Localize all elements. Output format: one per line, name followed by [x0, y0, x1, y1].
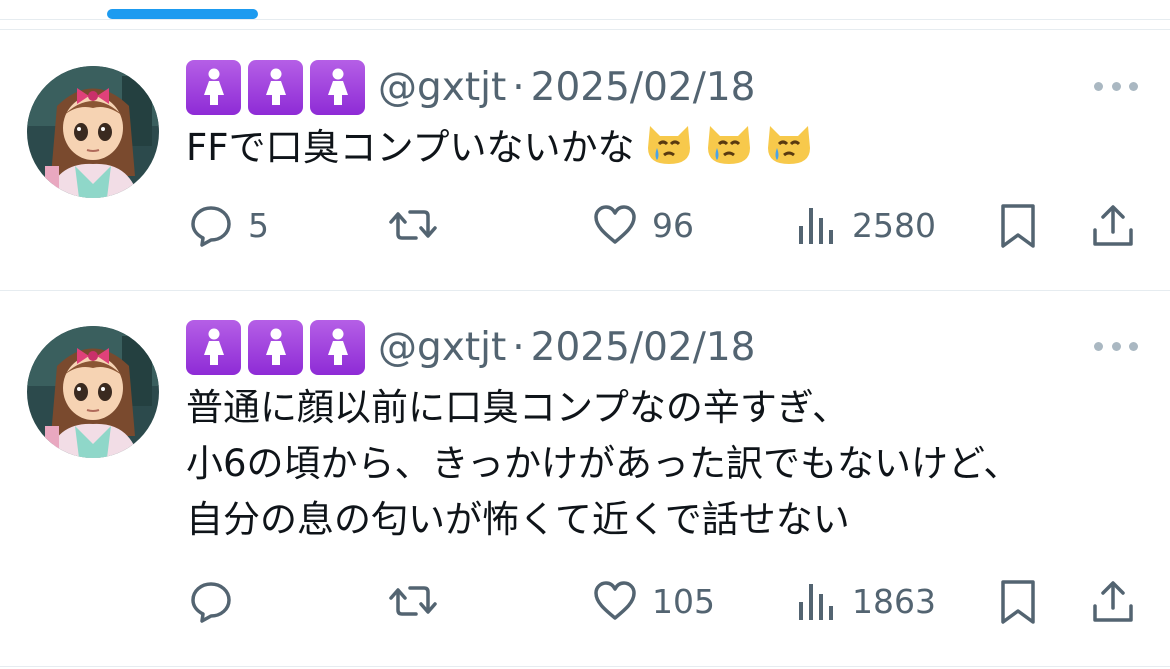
tweet-actions: 5 96 2580: [0, 194, 1170, 254]
reply-button[interactable]: 5: [188, 202, 269, 248]
section-divider: [0, 29, 1170, 30]
woman-icon: [186, 59, 241, 115]
tweet-text-line: 小6の頃から、きっかけがあった訳でもないけど、: [186, 442, 1021, 485]
bookmark-icon: [1001, 204, 1035, 248]
avatar[interactable]: [27, 66, 159, 198]
tweet-text-line: FFで口臭コンプいないかな: [186, 118, 814, 176]
tweet-header: @gxtjt · 2025/02/18: [186, 318, 755, 376]
view-count: 1863: [852, 581, 936, 621]
more-options-icon[interactable]: [1094, 336, 1138, 356]
reply-icon: [191, 206, 231, 247]
reply-button[interactable]: [188, 578, 248, 624]
post-date[interactable]: 2025/02/18: [531, 65, 756, 110]
retweet-button[interactable]: [388, 202, 452, 248]
share-button[interactable]: [1090, 202, 1136, 250]
tweet-header: @gxtjt · 2025/02/18: [186, 58, 755, 116]
bookmark-button[interactable]: [998, 202, 1038, 250]
tweet-text: 普通に顔以前に口臭コンプなの辛すぎ、 小6の頃から、きっかけがあった訳でもないけ…: [186, 380, 1020, 548]
more-options-icon[interactable]: [1094, 76, 1138, 96]
views-button[interactable]: 1863: [796, 578, 936, 624]
separator-dot: ·: [512, 324, 525, 370]
crying-cat-face-icon: [704, 118, 754, 168]
views-button[interactable]: 2580: [796, 202, 936, 248]
tweet-divider: [0, 290, 1170, 291]
crying-cat-face-icon: [764, 118, 814, 168]
view-count: 2580: [852, 205, 936, 245]
separator-dot: ·: [512, 64, 525, 110]
active-tab-indicator: [107, 9, 258, 19]
user-handle[interactable]: @gxtjt: [378, 65, 506, 110]
tweet-text-line: 普通に顔以前に口臭コンプなの辛すぎ、: [186, 386, 850, 429]
bookmark-button[interactable]: [998, 578, 1038, 626]
avatar-image: [27, 66, 159, 198]
like-count: 96: [652, 205, 694, 245]
header-divider: [0, 19, 1170, 20]
woman-icon: [248, 59, 303, 115]
retweet-button[interactable]: [388, 578, 452, 624]
share-icon: [1093, 581, 1133, 622]
heart-icon: [594, 581, 636, 620]
heart-icon: [594, 205, 636, 244]
tweet-divider: [0, 666, 1170, 667]
tweet-text-line: 自分の息の匂いが怖くて近くで話せない: [186, 498, 850, 541]
retweet-icon: [389, 586, 437, 616]
like-button[interactable]: 96: [592, 202, 694, 248]
views-chart-icon: [799, 584, 833, 620]
woman-icon: [186, 319, 241, 375]
woman-icon: [248, 319, 303, 375]
bookmark-icon: [1001, 580, 1035, 624]
reply-count: 5: [248, 205, 269, 245]
tweet-actions: 105 1863: [0, 570, 1170, 630]
like-button[interactable]: 105: [592, 578, 715, 624]
woman-icon: [310, 59, 365, 115]
share-icon: [1093, 205, 1133, 246]
share-button[interactable]: [1090, 578, 1136, 626]
retweet-icon: [389, 210, 437, 240]
views-chart-icon: [799, 208, 833, 244]
user-handle[interactable]: @gxtjt: [378, 325, 506, 370]
post-date[interactable]: 2025/02/18: [531, 325, 756, 370]
avatar[interactable]: [27, 326, 159, 458]
tweet-text: FFで口臭コンプいないかな: [186, 118, 814, 176]
avatar-image: [27, 326, 159, 458]
reply-icon: [191, 582, 231, 623]
crying-cat-face-icon: [644, 118, 694, 168]
woman-icon: [310, 319, 365, 375]
like-count: 105: [652, 581, 715, 621]
